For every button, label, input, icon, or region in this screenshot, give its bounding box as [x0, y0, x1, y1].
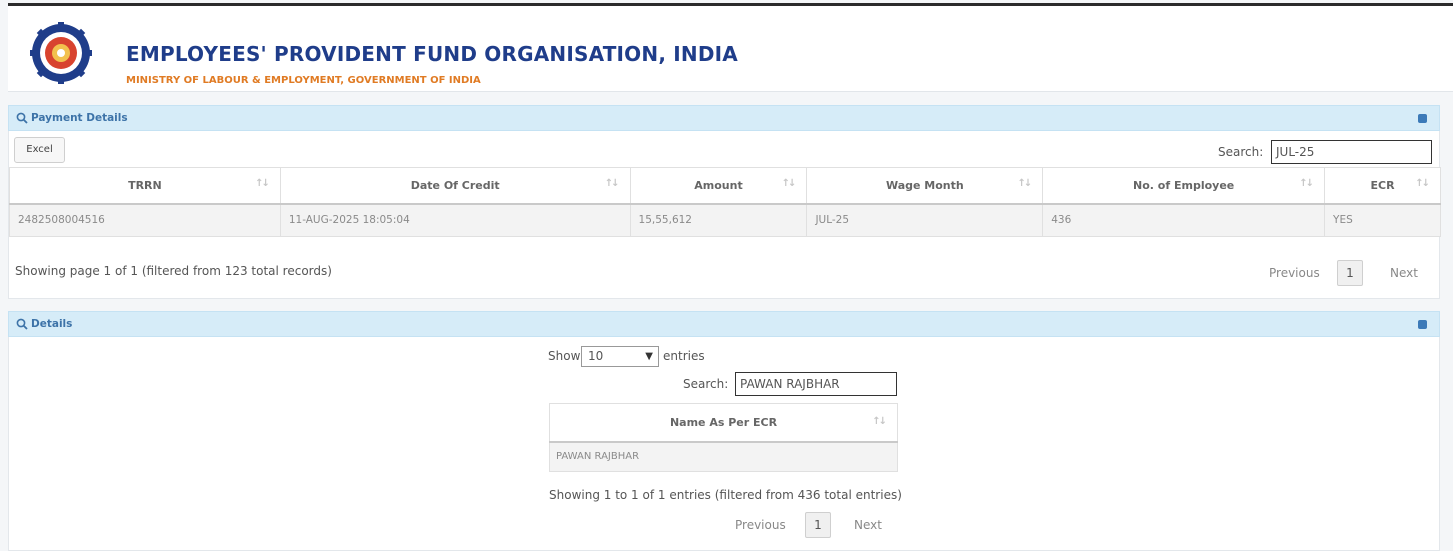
previous-page-link[interactable]: Previous — [735, 518, 786, 532]
column-header-trrn[interactable]: TRRN ↑↓ — [9, 167, 281, 205]
search-label: Search: — [1218, 145, 1264, 159]
details-table: Name As Per ECR ↑↓ PAWAN RAJBHAR — [549, 403, 898, 472]
sort-icon: ↑↓ — [781, 178, 797, 189]
sort-icon: ↑↓ — [1017, 178, 1032, 189]
search-input[interactable]: JUL-25 — [1271, 140, 1432, 164]
search-icon — [16, 112, 28, 124]
entries-label: entries — [663, 349, 705, 363]
site-header: EMPLOYEES' PROVIDENT FUND ORGANISATION, … — [8, 6, 1453, 92]
employee-count-link[interactable]: 436 — [1042, 203, 1326, 237]
excel-button[interactable]: Excel — [14, 137, 65, 163]
payment-table: TRRN ↑↓ Date Of Credit ↑↓ Amount ↑↓ Wage Mo… — [9, 167, 1441, 237]
previous-page-link[interactable]: Previous — [1269, 266, 1320, 280]
org-title: EMPLOYEES' PROVIDENT FUND ORGANISATION, … — [126, 42, 738, 66]
search-icon — [16, 318, 28, 330]
next-page-link[interactable]: Next — [1390, 266, 1418, 280]
sort-icon: ↑↓ — [255, 178, 270, 189]
payment-details-header[interactable]: Payment Details — [8, 105, 1440, 131]
epfo-logo-icon — [30, 22, 92, 84]
page-1-button[interactable]: 1 — [805, 512, 831, 538]
table-row: 2482508004516 11-AUG-2025 18:05:04 15,55… — [9, 203, 1441, 237]
sort-icon: ↑↓ — [1299, 178, 1314, 189]
details-header[interactable]: Details — [8, 311, 1440, 337]
table-row: PAWAN RAJBHAR — [549, 441, 898, 472]
search-label: Search: — [683, 377, 729, 391]
column-header-name-as-per-ecr[interactable]: Name As Per ECR ↑↓ — [549, 403, 898, 443]
sort-icon: ↑↓ — [1415, 178, 1430, 189]
column-header-wage-month[interactable]: Wage Month ↑↓ — [806, 167, 1044, 205]
collapse-icon[interactable] — [1418, 114, 1427, 123]
cell-trrn: 2482508004516 — [9, 203, 281, 237]
cell-name: PAWAN RAJBHAR — [549, 441, 898, 472]
column-header-ecr[interactable]: ECR ↑↓ — [1324, 167, 1441, 205]
cell-amount: 15,55,612 — [629, 203, 808, 237]
next-page-link[interactable]: Next — [854, 518, 882, 532]
column-header-amount[interactable]: Amount ↑↓ — [629, 167, 808, 205]
details-title: Details — [31, 318, 73, 330]
details-table-info: Showing 1 to 1 of 1 entries (filtered fr… — [549, 488, 902, 502]
sort-icon: ↑↓ — [872, 416, 887, 427]
payment-table-info: Showing page 1 of 1 (filtered from 123 t… — [15, 264, 332, 278]
column-header-no-of-employee[interactable]: No. of Employee ↑↓ — [1042, 167, 1326, 205]
show-label: Show — [548, 349, 581, 363]
entries-select[interactable]: 10 ▼ — [581, 346, 659, 367]
cell-wage-month: JUL-25 — [806, 203, 1044, 237]
collapse-icon[interactable] — [1418, 320, 1427, 329]
chevron-down-icon: ▼ — [645, 351, 653, 362]
cell-date-of-credit: 11-AUG-2025 18:05:04 — [279, 203, 631, 237]
column-header-date-of-credit[interactable]: Date Of Credit ↑↓ — [279, 167, 631, 205]
payment-details-title: Payment Details — [31, 112, 128, 124]
page-1-button[interactable]: 1 — [1337, 260, 1363, 286]
payment-details-body: Excel Search: JUL-25 TRRN ↑↓ Date Of Cred… — [8, 131, 1441, 299]
cell-ecr: YES — [1324, 203, 1441, 237]
search-input[interactable]: PAWAN RAJBHAR — [735, 372, 897, 396]
sort-icon: ↑↓ — [604, 178, 620, 189]
org-subtitle: MINISTRY OF LABOUR & EMPLOYMENT, GOVERNM… — [126, 75, 481, 86]
